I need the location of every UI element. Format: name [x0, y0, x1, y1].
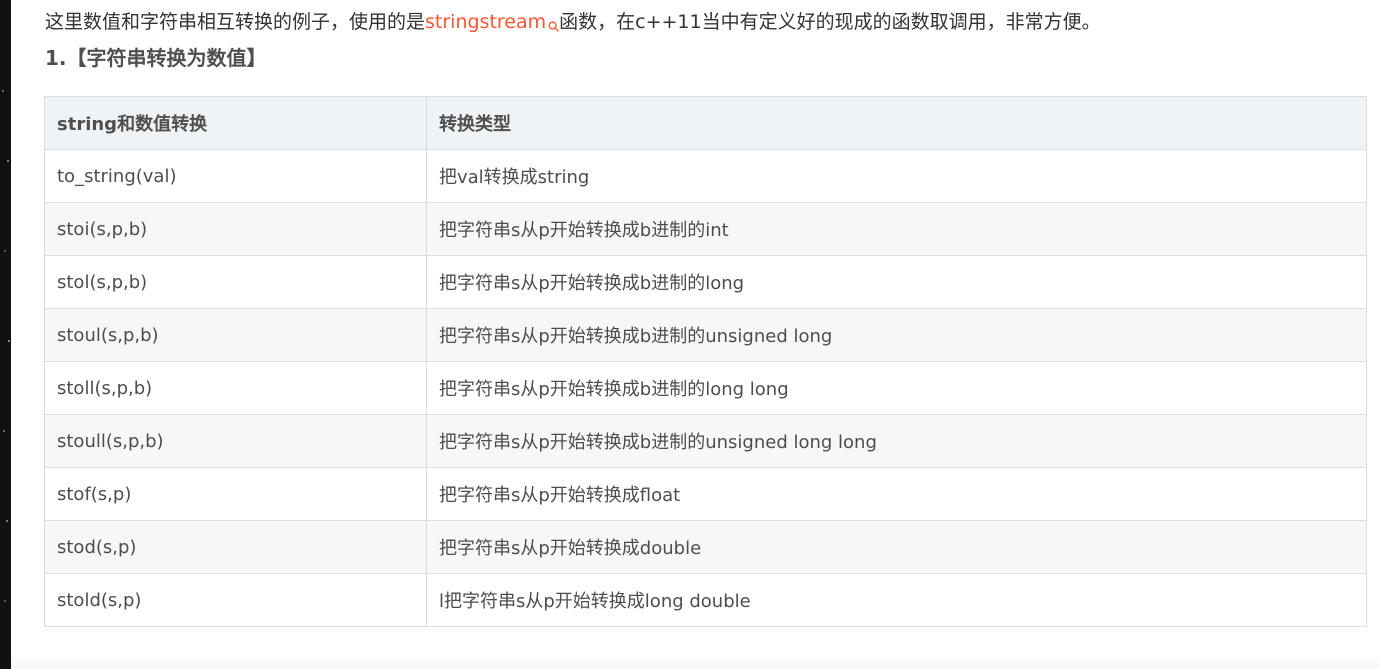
table-row: stoul(s,p,b) 把字符串s从p开始转换成b进制的unsigned lo…: [44, 308, 1367, 362]
function-cell: stoul(s,p,b): [44, 308, 427, 362]
table-row: stoi(s,p,b) 把字符串s从p开始转换成b进制的int: [44, 202, 1367, 256]
table-head: string和数值转换 转换类型: [44, 96, 1367, 150]
conversion-table: string和数值转换 转换类型 to_string(val) 把val转换成s…: [44, 96, 1367, 627]
table-row: stod(s,p) 把字符串s从p开始转换成double: [44, 520, 1367, 574]
description-cell: 把字符串s从p开始转换成b进制的int: [426, 202, 1367, 256]
table-row: stoull(s,p,b) 把字符串s从p开始转换成b进制的unsigned l…: [44, 414, 1367, 468]
intro-text-before-link: 这里数值和字符串相互转换的例子，使用的是: [45, 11, 426, 33]
description-cell: 把字符串s从p开始转换成double: [426, 520, 1367, 574]
function-cell: stof(s,p): [44, 467, 427, 521]
function-cell: to_string(val): [44, 149, 427, 203]
intro-paragraph: 这里数值和字符串相互转换的例子，使用的是stringstream 函数，在c++1…: [45, 8, 1101, 36]
bottom-divider: [11, 655, 1380, 669]
search-icon[interactable]: [548, 12, 559, 32]
description-cell: 把字符串s从p开始转换成float: [426, 467, 1367, 521]
intro-text-after-link: 函数，在c++11当中有定义好的现成的函数取调用，非常方便。: [559, 11, 1101, 33]
table-row: stold(s,p) l把字符串s从p开始转换成long double: [44, 573, 1367, 627]
table-header-row: string和数值转换 转换类型: [44, 96, 1367, 150]
description-cell: l把字符串s从p开始转换成long double: [426, 573, 1367, 627]
article-content: 这里数值和字符串相互转换的例子，使用的是stringstream 函数，在c++1…: [11, 0, 1380, 669]
function-cell: stol(s,p,b): [44, 255, 427, 309]
function-cell: stoll(s,p,b): [44, 361, 427, 415]
section-heading: 1.【字符串转换为数值】: [45, 46, 267, 70]
table-row: stoll(s,p,b) 把字符串s从p开始转换成b进制的long long: [44, 361, 1367, 415]
window-left-edge: [0, 0, 11, 669]
function-cell: stoi(s,p,b): [44, 202, 427, 256]
table-body: to_string(val) 把val转换成string stoi(s,p,b)…: [44, 149, 1367, 627]
table-row: stol(s,p,b) 把字符串s从p开始转换成b进制的long: [44, 255, 1367, 309]
header-conversion-type: 转换类型: [426, 96, 1367, 150]
header-string-number-conversion: string和数值转换: [44, 96, 427, 150]
description-cell: 把字符串s从p开始转换成b进制的long long: [426, 361, 1367, 415]
stringstream-link[interactable]: stringstream: [425, 11, 546, 33]
table-row: to_string(val) 把val转换成string: [44, 149, 1367, 203]
description-cell: 把val转换成string: [426, 149, 1367, 203]
function-cell: stoull(s,p,b): [44, 414, 427, 468]
conversion-table-wrapper: string和数值转换 转换类型 to_string(val) 把val转换成s…: [44, 96, 1367, 627]
description-cell: 把字符串s从p开始转换成b进制的long: [426, 255, 1367, 309]
description-cell: 把字符串s从p开始转换成b进制的unsigned long long: [426, 414, 1367, 468]
table-row: stof(s,p) 把字符串s从p开始转换成float: [44, 467, 1367, 521]
function-cell: stod(s,p): [44, 520, 427, 574]
function-cell: stold(s,p): [44, 573, 427, 627]
description-cell: 把字符串s从p开始转换成b进制的unsigned long: [426, 308, 1367, 362]
